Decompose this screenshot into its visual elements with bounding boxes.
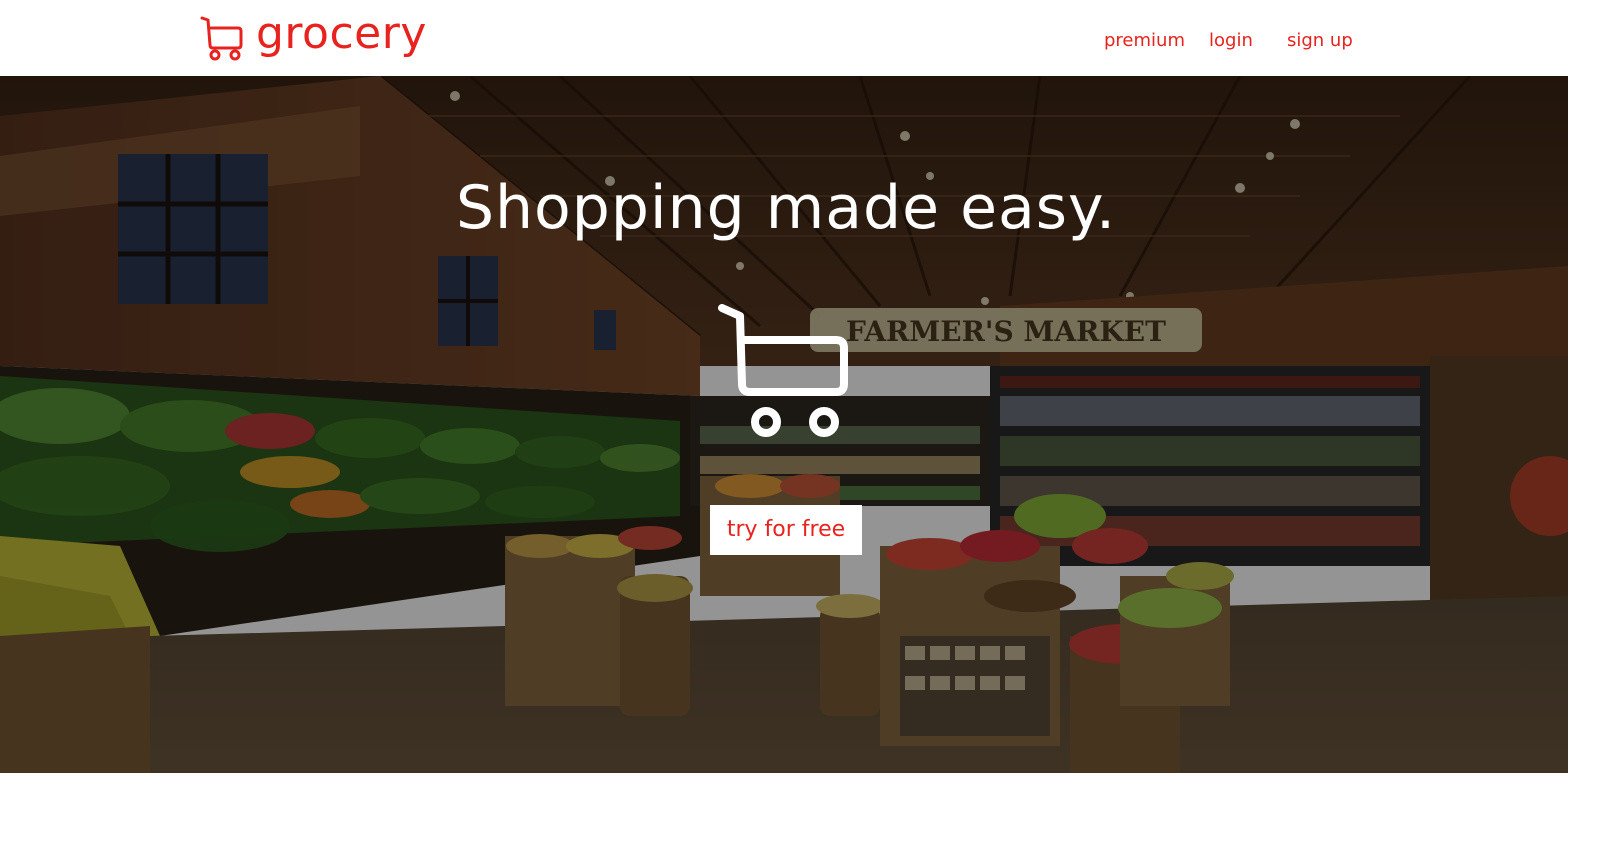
page: grocery premium login sign up FARMER'S M… bbox=[0, 0, 1600, 864]
top-navbar: grocery premium login sign up bbox=[0, 0, 1600, 76]
hero-title: Shopping made easy. bbox=[455, 173, 1117, 243]
nav-link-premium[interactable]: premium bbox=[1104, 28, 1185, 54]
hero-right-gutter bbox=[1568, 76, 1600, 773]
nav-link-login[interactable]: login bbox=[1209, 28, 1253, 54]
nav-link-sign-up[interactable]: sign up bbox=[1287, 28, 1353, 54]
nav-links: premium login sign up bbox=[0, 28, 1600, 54]
try-for-free-button[interactable]: try for free bbox=[710, 505, 862, 555]
hero-title-wrapper: Shopping made easy. bbox=[0, 172, 1568, 244]
hero-section: FARMER'S MARKET Shopping made easy. try … bbox=[0, 76, 1568, 773]
shopping-cart-icon bbox=[716, 304, 850, 448]
below-hero-area bbox=[0, 773, 1600, 864]
